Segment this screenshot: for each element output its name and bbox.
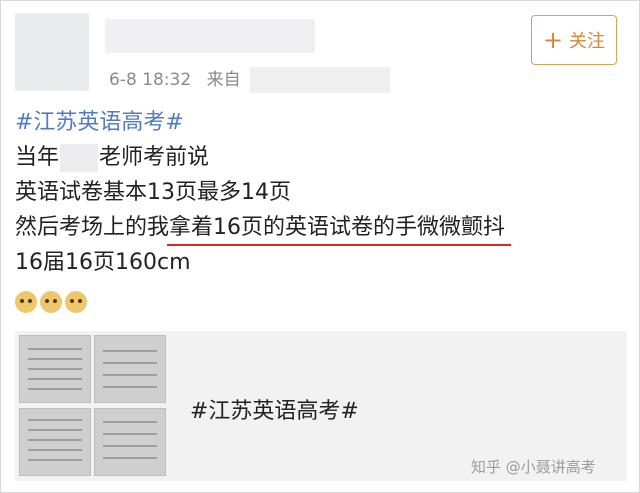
text-line: 16届16页160cm <box>15 250 191 275</box>
source-label: 来自 <box>206 70 241 90</box>
thumbnail-image[interactable] <box>94 335 166 403</box>
text-segment: 当年 <box>15 145 60 170</box>
text-line: 当年 老师考前说 <box>15 140 625 175</box>
underlined-text: 拿着16页的英语试卷的手微微颤抖 <box>167 210 512 246</box>
doge-emoji-icon <box>65 291 87 313</box>
username-redacted[interactable] <box>105 19 315 53</box>
post-time: 6-8 18:32 <box>109 70 192 90</box>
text-line: 英语试卷基本13页最多14页 <box>15 180 291 205</box>
post-meta: 6-8 18:32 来自 <box>109 65 390 93</box>
text-line: 然后考场上的我拿着16页的英语试卷的手微微颤抖 <box>15 210 625 246</box>
emoji-row <box>15 291 87 313</box>
avatar[interactable] <box>15 13 89 91</box>
text-segment: 然后考场上的我 <box>15 215 170 240</box>
doge-emoji-icon <box>40 291 62 313</box>
thumbnail-image[interactable] <box>19 408 91 476</box>
post-text: #江苏英语高考# 当年 老师考前说 英语试卷基本13页最多14页 然后考场上的我拿… <box>15 105 625 280</box>
watermark: 知乎 @小聂讲高考 <box>471 458 596 476</box>
thumbnail-image[interactable] <box>19 335 91 403</box>
text-segment: 老师考前说 <box>99 145 210 170</box>
doge-emoji-icon <box>15 291 37 313</box>
hashtag-link[interactable]: #江苏英语高考# <box>15 105 625 140</box>
follow-label: 关注 <box>569 31 606 52</box>
weibo-post-card: 6-8 18:32 来自 + 关注 #江苏英语高考# 当年 老师考前说 英语试卷基… <box>0 0 640 493</box>
source-redacted <box>249 67 390 93</box>
plus-icon: + <box>542 26 564 54</box>
shared-hashtag-title[interactable]: #江苏英语高考# <box>190 393 359 425</box>
follow-button[interactable]: + 关注 <box>531 15 617 65</box>
thumbnail-image[interactable] <box>94 408 166 476</box>
redacted-text <box>60 144 99 172</box>
